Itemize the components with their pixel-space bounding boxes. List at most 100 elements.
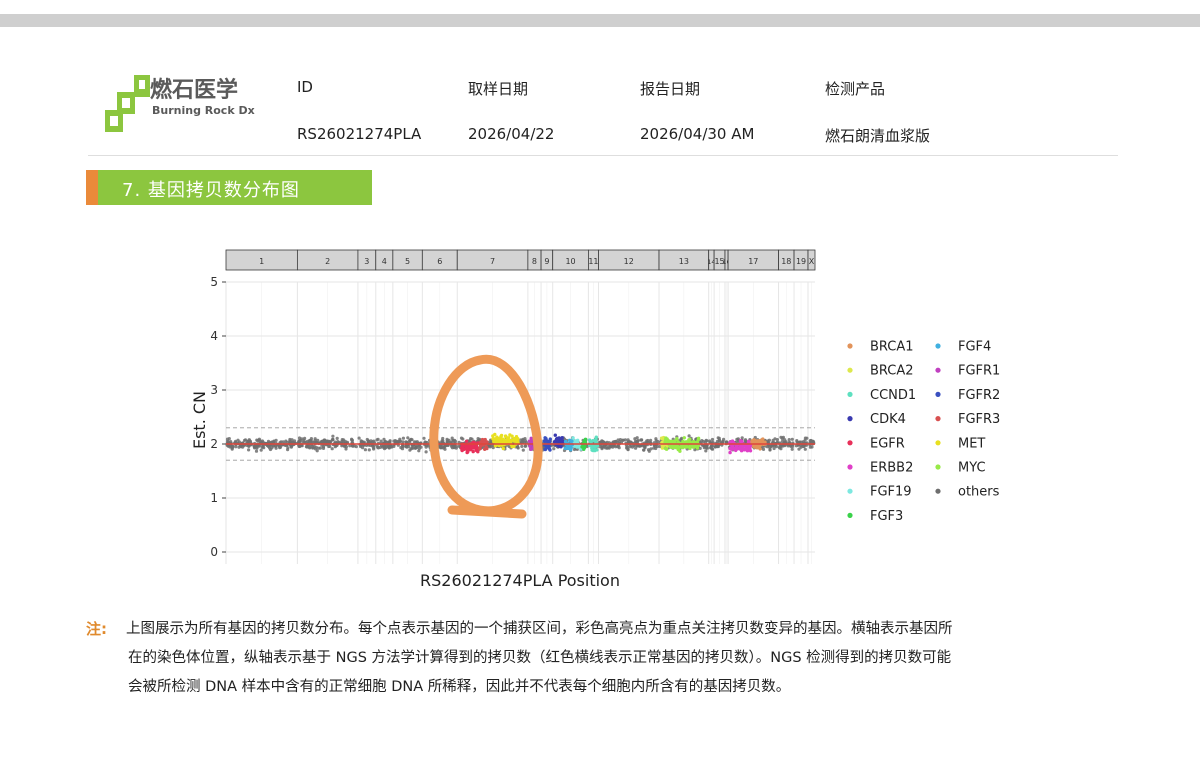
chrom-label-X: X xyxy=(809,257,815,266)
point-others xyxy=(735,437,739,441)
point-others xyxy=(335,436,339,440)
point-fgf4 xyxy=(567,444,571,448)
point-fgf4 xyxy=(563,446,567,450)
point-others xyxy=(443,447,447,451)
point-others xyxy=(284,439,288,443)
y-tick-label: 3 xyxy=(210,383,218,397)
point-fgf4 xyxy=(567,438,572,442)
field-value-sample-date: 2026/04/22 xyxy=(468,125,555,143)
legend-key-fgf3 xyxy=(847,512,853,518)
chrom-label-2: 2 xyxy=(325,257,330,266)
legend-label-myc: MYC xyxy=(958,461,986,476)
point-fgfr2 xyxy=(547,444,551,449)
point-brca2 xyxy=(660,446,665,450)
point-others xyxy=(303,436,307,440)
legend-key-others xyxy=(935,488,941,494)
point-others xyxy=(328,444,332,448)
y-tick-label: 0 xyxy=(210,545,218,559)
point-myc xyxy=(682,436,686,440)
point-myc xyxy=(676,440,680,444)
point-others xyxy=(808,445,813,449)
top-strip xyxy=(0,14,1200,27)
point-others xyxy=(710,437,715,442)
point-others xyxy=(614,439,618,444)
legend-label-ccnd1: CCND1 xyxy=(870,388,916,403)
point-others xyxy=(312,444,316,448)
point-others xyxy=(372,447,376,451)
legend-label-met: MET xyxy=(958,436,985,451)
point-fgfr2 xyxy=(542,439,547,443)
legend-key-fgfr1 xyxy=(935,367,941,373)
point-others xyxy=(253,446,257,450)
legend-label-fgf4: FGF4 xyxy=(958,340,991,355)
y-tick-label: 1 xyxy=(210,491,218,505)
y-axis: 0 1 2 3 4 5 xyxy=(210,275,226,559)
section-title: 7. 基因拷贝数分布图 xyxy=(122,180,300,201)
point-others xyxy=(452,445,456,449)
point-met xyxy=(496,439,500,443)
legend-label-egfr: EGFR xyxy=(870,436,905,451)
point-others xyxy=(811,440,815,444)
point-others xyxy=(424,450,428,454)
chrom-label-10: 10 xyxy=(565,257,575,266)
field-label-product: 检测产品 xyxy=(825,80,886,98)
point-others xyxy=(383,439,387,444)
point-myc xyxy=(664,438,668,442)
chrom-label-17: 17 xyxy=(748,257,758,266)
point-others xyxy=(805,436,809,440)
point-egfr xyxy=(474,447,479,451)
point-met xyxy=(503,434,508,438)
point-others xyxy=(274,444,278,448)
point-others xyxy=(286,448,290,452)
y-tick-label: 4 xyxy=(210,329,218,343)
point-erbb2 xyxy=(745,449,750,453)
logo-cn: 燃石医学 xyxy=(150,78,239,103)
point-others xyxy=(704,449,708,453)
point-egfr xyxy=(465,445,469,449)
point-others xyxy=(783,438,787,442)
point-others xyxy=(331,437,335,441)
point-others xyxy=(459,436,464,440)
point-others xyxy=(325,439,329,443)
point-egfr xyxy=(464,439,469,443)
legend-key-fgfr3 xyxy=(935,416,941,422)
point-others xyxy=(315,449,319,453)
point-ccnd1 xyxy=(591,448,595,453)
chrom-label-13: 13 xyxy=(679,257,689,266)
point-fgfr3 xyxy=(478,447,482,451)
point-others xyxy=(772,446,776,451)
legend-key-fgfr2 xyxy=(935,391,941,397)
point-others xyxy=(438,445,443,449)
point-others xyxy=(524,444,528,448)
point-fgf3 xyxy=(582,447,586,451)
point-others xyxy=(397,440,401,444)
point-others xyxy=(257,437,261,441)
point-ccnd1 xyxy=(591,439,595,443)
point-others xyxy=(422,436,426,440)
point-others xyxy=(331,434,335,438)
point-others xyxy=(401,444,405,448)
note-line-3: 会被所检测 DNA 样本中含有的正常细胞 DNA 所稀释，因此并不代表每个细胞内… xyxy=(128,679,791,695)
point-ccnd1 xyxy=(594,435,598,439)
point-others xyxy=(304,445,308,449)
point-others xyxy=(354,445,358,449)
legend-label-cdk4: CDK4 xyxy=(870,412,906,427)
section-header: 7. 基因拷贝数分布图 xyxy=(86,170,372,205)
chrom-label-7: 7 xyxy=(490,257,495,266)
point-others xyxy=(803,447,807,451)
point-others xyxy=(787,438,791,442)
point-cdk4 xyxy=(553,433,557,437)
y-tick-label: 5 xyxy=(210,275,218,289)
point-others xyxy=(321,446,326,450)
point-others xyxy=(635,436,639,440)
point-met xyxy=(502,438,506,442)
point-others xyxy=(630,445,635,449)
chrom-label-8: 8 xyxy=(532,257,537,266)
legend-label-fgf3: FGF3 xyxy=(870,509,903,524)
point-myc xyxy=(668,439,672,443)
legend-label-others: others xyxy=(958,485,1000,500)
point-others xyxy=(775,438,780,442)
point-others xyxy=(600,445,604,449)
legend-label-fgf19: FGF19 xyxy=(870,485,912,500)
point-others xyxy=(363,448,367,452)
